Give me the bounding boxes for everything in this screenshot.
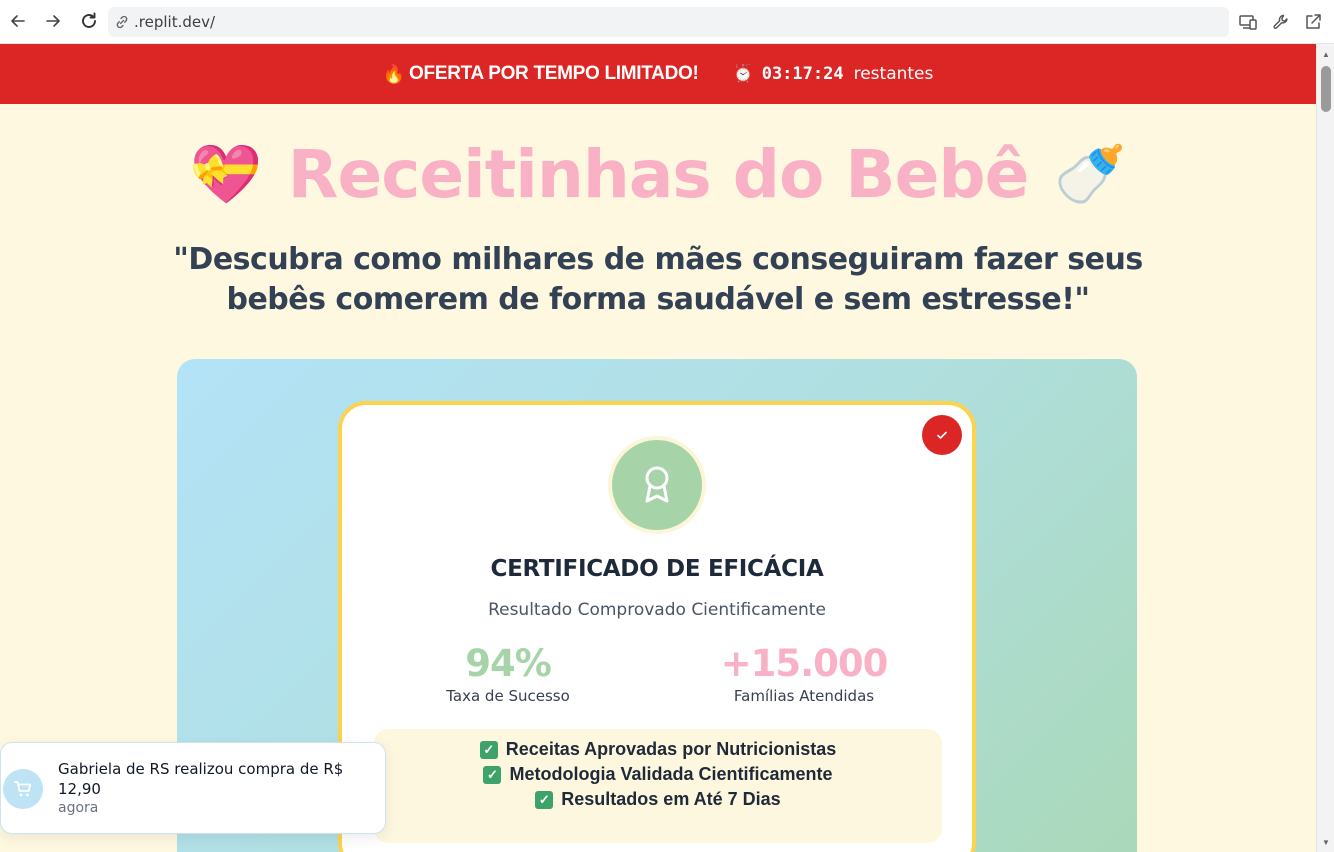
scrollbar[interactable]: ▲ ▼	[1316, 44, 1334, 852]
scroll-up-icon[interactable]: ▲	[1321, 50, 1331, 60]
stat-success-rate: 94% Taxa de Sucesso	[398, 642, 618, 705]
feature-item: ✓ Metodologia Validada Cientificamente	[374, 762, 942, 787]
scroll-thumb[interactable]	[1321, 66, 1331, 112]
stat-label: Taxa de Sucesso	[446, 687, 570, 705]
stat-value: +15.000	[720, 642, 889, 685]
award-icon	[608, 436, 706, 534]
page-subtitle: "Descubra como milhares de mães consegui…	[173, 242, 1143, 317]
feature-label: Resultados em Até 7 Dias	[561, 789, 781, 809]
promo-banner: 🔥 OFERTA POR TEMPO LIMITADO! ⏰ 03:17:24 …	[0, 44, 1316, 104]
page-viewport: 🔥 OFERTA POR TEMPO LIMITADO! ⏰ 03:17:24 …	[0, 44, 1316, 852]
stat-value: 94%	[465, 642, 552, 685]
back-icon[interactable]	[5, 8, 31, 34]
checkbox-icon: ✓	[479, 740, 498, 759]
checkbox-icon: ✓	[535, 790, 554, 809]
remaining-label: restantes	[853, 64, 934, 84]
offer-text: OFERTA POR TEMPO LIMITADO!	[409, 63, 699, 84]
title-row: 💝 Receitinhas do Bebê 🍼	[0, 136, 1316, 213]
link-icon	[114, 13, 132, 31]
feature-item: ✓ Resultados em Até 7 Dias	[374, 787, 942, 812]
countdown-timer: 03:17:24	[761, 64, 844, 84]
alarm-clock-icon: ⏰	[732, 64, 754, 83]
reload-icon[interactable]	[76, 8, 102, 34]
stat-families: +15.000 Famílias Atendidas	[694, 642, 914, 705]
wrench-icon[interactable]	[1269, 10, 1293, 34]
scroll-down-icon[interactable]: ▼	[1321, 838, 1331, 848]
purchase-notification[interactable]: Gabriela de RS realizou compra de R$ 12,…	[0, 742, 386, 834]
notification-message: Gabriela de RS realizou compra de R$ 12,…	[58, 760, 344, 798]
feature-label: Receitas Aprovadas por Nutricionistas	[505, 739, 837, 759]
devices-icon[interactable]	[1236, 10, 1260, 34]
features-list: ✓ Receitas Aprovadas por Nutricionistas …	[374, 729, 942, 843]
heart-ribbon-icon: 💝	[189, 141, 262, 207]
stat-label: Famílias Atendidas	[733, 687, 875, 705]
certificate-title: CERTIFICADO DE EFICÁCIA	[490, 556, 824, 582]
feature-label: Metodologia Validada Cientificamente	[509, 764, 833, 784]
page-title: Receitinhas do Bebê	[287, 136, 1030, 213]
address-bar[interactable]: .replit.dev/	[108, 7, 1229, 37]
open-external-icon[interactable]	[1301, 10, 1325, 34]
check-icon	[922, 415, 962, 455]
cart-icon	[3, 769, 43, 809]
browser-toolbar: .replit.dev/	[0, 0, 1334, 44]
notification-time: agora	[58, 800, 99, 816]
baby-bottle-icon: 🍼	[1054, 141, 1127, 207]
fire-icon: 🔥	[382, 63, 406, 84]
feature-item: ✓ Receitas Aprovadas por Nutricionistas	[374, 737, 942, 762]
forward-icon[interactable]	[40, 8, 66, 34]
url-text[interactable]: .replit.dev/	[134, 13, 215, 31]
certificate-subtitle: Resultado Comprovado Cientificamente	[488, 600, 826, 620]
checkbox-icon: ✓	[483, 765, 502, 784]
